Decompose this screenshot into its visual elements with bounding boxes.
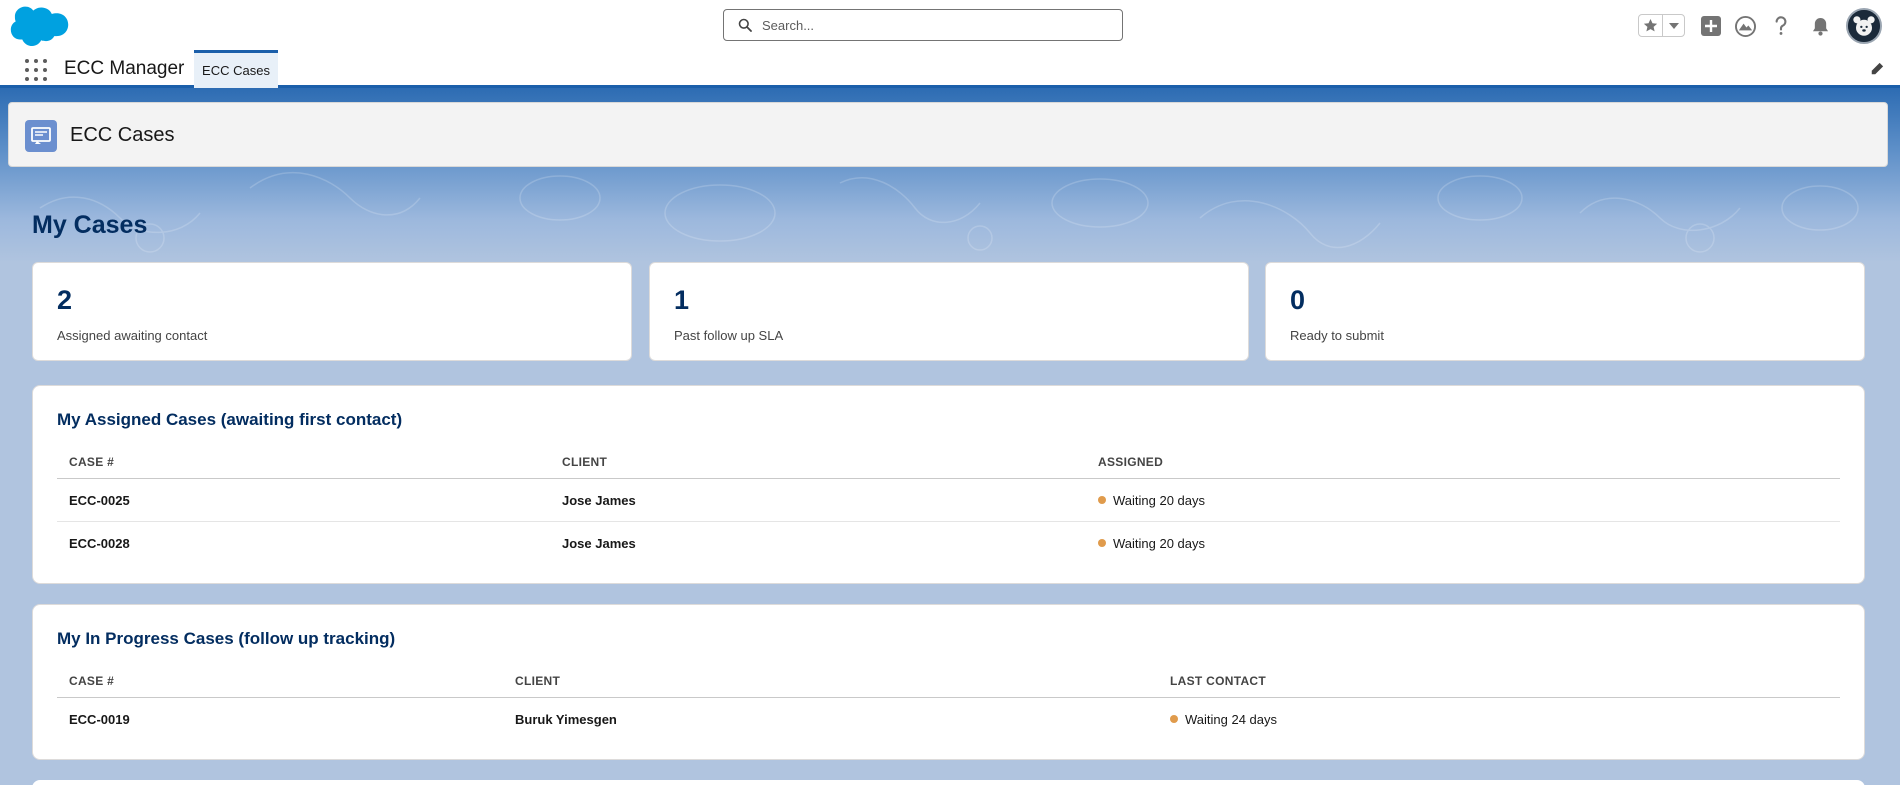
client-name: Jose James: [562, 536, 636, 551]
stat-label: Ready to submit: [1290, 328, 1384, 343]
trailhead-icon[interactable]: [1733, 14, 1757, 38]
case-number-link[interactable]: ECC-0019: [69, 712, 130, 727]
status-cell: Waiting 20 days: [1098, 493, 1205, 508]
column-header-case[interactable]: CASE #: [69, 674, 114, 688]
salesforce-logo-icon[interactable]: [10, 5, 70, 47]
status-text: Waiting 20 days: [1113, 493, 1206, 508]
status-dot-icon: [1098, 496, 1106, 504]
stat-card-ready-to-submit: 0 Ready to submit: [1265, 262, 1865, 361]
status-text: Waiting 20 days: [1113, 536, 1206, 551]
status-dot-icon: [1098, 539, 1106, 547]
app-name: ECC Manager: [64, 58, 185, 79]
next-card-partial: [32, 780, 1865, 785]
status-text: Waiting 24 days: [1185, 712, 1278, 727]
stat-card-past-sla: 1 Past follow up SLA: [649, 262, 1249, 361]
favorites-button-group[interactable]: [1638, 14, 1685, 37]
stat-value: 2: [57, 285, 73, 315]
page-title: ECC Cases: [70, 124, 175, 146]
assigned-cases-title: My Assigned Cases (awaiting first contac…: [57, 410, 403, 429]
notifications-bell-icon[interactable]: [1808, 14, 1832, 38]
in-progress-cases-card: My In Progress Cases (follow up tracking…: [32, 604, 1865, 760]
client-name: Jose James: [562, 493, 636, 508]
case-number-link[interactable]: ECC-0028: [69, 536, 130, 551]
edit-nav-pencil-icon[interactable]: [1870, 62, 1886, 78]
chevron-down-icon[interactable]: [1663, 15, 1684, 36]
column-header-case[interactable]: CASE #: [69, 455, 114, 469]
stat-value: 0: [1290, 285, 1306, 315]
stat-label: Assigned awaiting contact: [57, 328, 208, 343]
assigned-cases-card: My Assigned Cases (awaiting first contac…: [32, 385, 1865, 584]
global-search-input[interactable]: Search...: [723, 9, 1123, 41]
client-name: Buruk Yimesgen: [515, 712, 617, 727]
stat-label: Past follow up SLA: [674, 328, 784, 343]
app-navigation-bar: ECC Manager ECC Cases: [0, 50, 1900, 88]
section-title-my-cases: My Cases: [32, 211, 148, 239]
table-row[interactable]: ECC-0019 Buruk Yimesgen Waiting 24 days: [57, 698, 1840, 741]
case-record-icon: [25, 120, 57, 152]
status-cell: Waiting 24 days: [1170, 712, 1277, 727]
column-header-client[interactable]: CLIENT: [515, 674, 560, 688]
status-dot-icon: [1170, 715, 1178, 723]
column-header-assigned[interactable]: ASSIGNED: [1098, 455, 1163, 469]
page-header: ECC Cases: [8, 102, 1888, 167]
status-cell: Waiting 20 days: [1098, 536, 1205, 551]
stat-card-awaiting-contact: 2 Assigned awaiting contact: [32, 262, 632, 361]
global-header: Search...: [0, 0, 1900, 50]
search-icon: [738, 18, 752, 32]
user-avatar[interactable]: [1846, 8, 1882, 44]
help-icon[interactable]: [1769, 14, 1793, 38]
stat-value: 1: [674, 285, 690, 315]
in-progress-cases-title: My In Progress Cases (follow up tracking…: [57, 629, 396, 648]
case-number-link[interactable]: ECC-0025: [69, 493, 130, 508]
global-actions-add-icon[interactable]: [1699, 14, 1723, 38]
table-row[interactable]: ECC-0025 Jose James Waiting 20 days: [57, 479, 1840, 522]
table-header-row: CASE # CLIENT LAST CONTACT: [57, 662, 1840, 698]
search-placeholder: Search...: [762, 17, 815, 33]
table-row[interactable]: ECC-0028 Jose James Waiting 20 days: [57, 522, 1840, 565]
column-header-client[interactable]: CLIENT: [562, 455, 607, 469]
tab-ecc-cases[interactable]: ECC Cases: [194, 50, 278, 88]
star-icon[interactable]: [1639, 15, 1663, 36]
column-header-last-contact[interactable]: LAST CONTACT: [1170, 674, 1266, 688]
app-launcher-grid-icon[interactable]: [25, 59, 47, 81]
table-header-row: CASE # CLIENT ASSIGNED: [57, 443, 1840, 479]
